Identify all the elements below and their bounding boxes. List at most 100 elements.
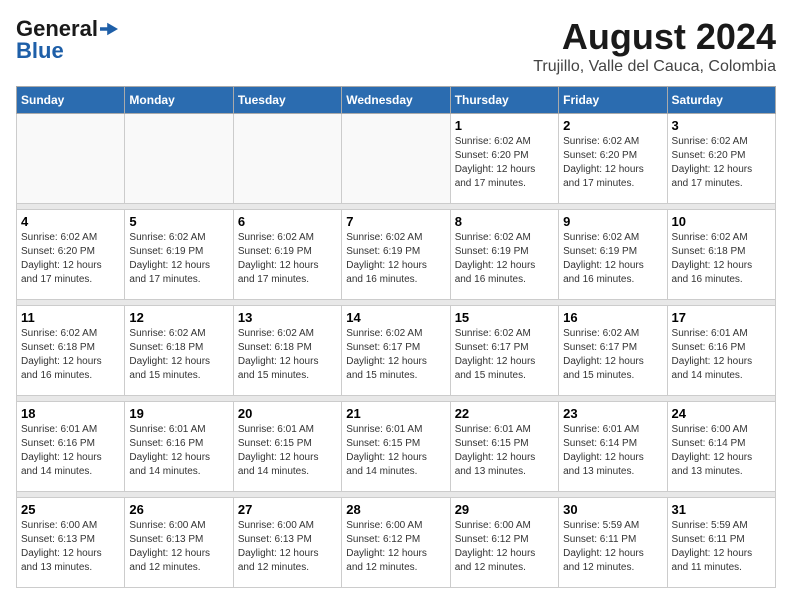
calendar-cell: 8Sunrise: 6:02 AM Sunset: 6:19 PM Daylig… <box>450 210 558 300</box>
day-info: Sunrise: 6:02 AM Sunset: 6:20 PM Dayligh… <box>672 135 771 191</box>
day-info: Sunrise: 6:02 AM Sunset: 6:18 PM Dayligh… <box>672 231 771 287</box>
weekday-header-friday: Friday <box>559 87 667 114</box>
weekday-header-wednesday: Wednesday <box>342 87 450 114</box>
day-number: 15 <box>455 310 554 325</box>
day-info: Sunrise: 6:00 AM Sunset: 6:13 PM Dayligh… <box>21 519 120 575</box>
day-info: Sunrise: 6:02 AM Sunset: 6:19 PM Dayligh… <box>129 231 228 287</box>
calendar-cell: 20 Sunrise: 6:01 AM Sunset: 6:15 PM Dayli… <box>233 402 341 492</box>
day-number: 5 <box>129 214 228 229</box>
calendar-cell: 17 Sunrise: 6:01 AM Sunset: 6:16 PM Dayli… <box>667 306 775 396</box>
logo-blue: Blue <box>16 38 64 64</box>
day-info: Sunrise: 6:02 AM Sunset: 6:20 PM Dayligh… <box>21 231 120 287</box>
day-number: 10 <box>672 214 771 229</box>
day-info: Sunrise: 6:00 AM Sunset: 6:12 PM Dayligh… <box>455 519 554 575</box>
weekday-header-sunday: Sunday <box>17 87 125 114</box>
calendar-cell: 13Sunrise: 6:02 AM Sunset: 6:18 PM Dayli… <box>233 306 341 396</box>
weekday-header-thursday: Thursday <box>450 87 558 114</box>
calendar-cell: 12Sunrise: 6:02 AM Sunset: 6:18 PM Dayli… <box>125 306 233 396</box>
day-info: Sunrise: 5:59 AM Sunset: 6:11 PM Dayligh… <box>672 519 771 575</box>
title-block: August 2024 Trujillo, Valle del Cauca, C… <box>533 16 776 76</box>
calendar-cell: 19 Sunrise: 6:01 AM Sunset: 6:16 PM Dayli… <box>125 402 233 492</box>
calendar-cell: 22 Sunrise: 6:01 AM Sunset: 6:15 PM Dayli… <box>450 402 558 492</box>
day-number: 28 <box>346 502 445 517</box>
day-number: 19 <box>129 406 228 421</box>
day-number: 3 <box>672 118 771 133</box>
day-info: Sunrise: 6:02 AM Sunset: 6:20 PM Dayligh… <box>455 135 554 191</box>
calendar-week-row: 18 Sunrise: 6:01 AM Sunset: 6:16 PM Dayli… <box>17 402 776 492</box>
calendar-table: SundayMondayTuesdayWednesdayThursdayFrid… <box>16 86 776 588</box>
day-number: 11 <box>21 310 120 325</box>
main-title: August 2024 <box>533 16 776 58</box>
day-number: 2 <box>563 118 662 133</box>
calendar-cell: 26Sunrise: 6:00 AM Sunset: 6:13 PM Dayli… <box>125 498 233 588</box>
calendar-cell: 15 Sunrise: 6:02 AM Sunset: 6:17 PM Dayli… <box>450 306 558 396</box>
day-info: Sunrise: 6:02 AM Sunset: 6:17 PM Dayligh… <box>563 327 662 383</box>
calendar-cell: 4 Sunrise: 6:02 AM Sunset: 6:20 PM Daylig… <box>17 210 125 300</box>
calendar-cell: 30 Sunrise: 5:59 AM Sunset: 6:11 PM Dayli… <box>559 498 667 588</box>
day-number: 6 <box>238 214 337 229</box>
day-number: 30 <box>563 502 662 517</box>
calendar-cell: 11 Sunrise: 6:02 AM Sunset: 6:18 PM Dayli… <box>17 306 125 396</box>
logo: General Blue <box>16 16 118 64</box>
calendar-cell: 28 Sunrise: 6:00 AM Sunset: 6:12 PM Dayli… <box>342 498 450 588</box>
day-info: Sunrise: 6:02 AM Sunset: 6:17 PM Dayligh… <box>455 327 554 383</box>
calendar-cell: 24Sunrise: 6:00 AM Sunset: 6:14 PM Dayli… <box>667 402 775 492</box>
day-number: 25 <box>21 502 120 517</box>
calendar-cell: 5 Sunrise: 6:02 AM Sunset: 6:19 PM Daylig… <box>125 210 233 300</box>
day-number: 17 <box>672 310 771 325</box>
day-info: Sunrise: 6:02 AM Sunset: 6:20 PM Dayligh… <box>563 135 662 191</box>
weekday-header-monday: Monday <box>125 87 233 114</box>
day-info: Sunrise: 6:01 AM Sunset: 6:15 PM Dayligh… <box>238 423 337 479</box>
weekday-header-row: SundayMondayTuesdayWednesdayThursdayFrid… <box>17 87 776 114</box>
day-number: 8 <box>455 214 554 229</box>
day-info: Sunrise: 6:01 AM Sunset: 6:16 PM Dayligh… <box>129 423 228 479</box>
day-number: 12 <box>129 310 228 325</box>
calendar-cell: 7Sunrise: 6:02 AM Sunset: 6:19 PM Daylig… <box>342 210 450 300</box>
calendar-cell: 9Sunrise: 6:02 AM Sunset: 6:19 PM Daylig… <box>559 210 667 300</box>
day-number: 4 <box>21 214 120 229</box>
logo-arrow-icon <box>100 22 118 36</box>
weekday-header-tuesday: Tuesday <box>233 87 341 114</box>
calendar-cell: 10 Sunrise: 6:02 AM Sunset: 6:18 PM Dayli… <box>667 210 775 300</box>
day-info: Sunrise: 6:02 AM Sunset: 6:19 PM Dayligh… <box>563 231 662 287</box>
calendar-week-row: 11 Sunrise: 6:02 AM Sunset: 6:18 PM Dayli… <box>17 306 776 396</box>
calendar-cell: 23Sunrise: 6:01 AM Sunset: 6:14 PM Dayli… <box>559 402 667 492</box>
calendar-cell: 29 Sunrise: 6:00 AM Sunset: 6:12 PM Dayli… <box>450 498 558 588</box>
day-number: 7 <box>346 214 445 229</box>
calendar-cell: 21Sunrise: 6:01 AM Sunset: 6:15 PM Dayli… <box>342 402 450 492</box>
calendar-cell: 27 Sunrise: 6:00 AM Sunset: 6:13 PM Dayli… <box>233 498 341 588</box>
day-number: 27 <box>238 502 337 517</box>
day-number: 20 <box>238 406 337 421</box>
calendar-week-row: 1 Sunrise: 6:02 AM Sunset: 6:20 PM Daylig… <box>17 114 776 204</box>
calendar-cell <box>125 114 233 204</box>
day-info: Sunrise: 6:00 AM Sunset: 6:12 PM Dayligh… <box>346 519 445 575</box>
day-info: Sunrise: 6:02 AM Sunset: 6:17 PM Dayligh… <box>346 327 445 383</box>
day-number: 31 <box>672 502 771 517</box>
page-header: General Blue August 2024 Trujillo, Valle… <box>16 16 776 76</box>
calendar-cell: 6Sunrise: 6:02 AM Sunset: 6:19 PM Daylig… <box>233 210 341 300</box>
day-number: 13 <box>238 310 337 325</box>
calendar-cell: 25 Sunrise: 6:00 AM Sunset: 6:13 PM Dayli… <box>17 498 125 588</box>
day-number: 21 <box>346 406 445 421</box>
day-number: 18 <box>21 406 120 421</box>
calendar-cell: 14 Sunrise: 6:02 AM Sunset: 6:17 PM Dayli… <box>342 306 450 396</box>
day-info: Sunrise: 6:02 AM Sunset: 6:18 PM Dayligh… <box>21 327 120 383</box>
calendar-cell: 16Sunrise: 6:02 AM Sunset: 6:17 PM Dayli… <box>559 306 667 396</box>
calendar-cell: 3 Sunrise: 6:02 AM Sunset: 6:20 PM Daylig… <box>667 114 775 204</box>
calendar-week-row: 4 Sunrise: 6:02 AM Sunset: 6:20 PM Daylig… <box>17 210 776 300</box>
day-info: Sunrise: 6:01 AM Sunset: 6:16 PM Dayligh… <box>21 423 120 479</box>
day-info: Sunrise: 6:00 AM Sunset: 6:13 PM Dayligh… <box>129 519 228 575</box>
day-info: Sunrise: 6:00 AM Sunset: 6:13 PM Dayligh… <box>238 519 337 575</box>
calendar-week-row: 25 Sunrise: 6:00 AM Sunset: 6:13 PM Dayli… <box>17 498 776 588</box>
day-info: Sunrise: 6:01 AM Sunset: 6:14 PM Dayligh… <box>563 423 662 479</box>
day-number: 1 <box>455 118 554 133</box>
day-info: Sunrise: 6:01 AM Sunset: 6:16 PM Dayligh… <box>672 327 771 383</box>
calendar-cell <box>17 114 125 204</box>
calendar-cell: 2 Sunrise: 6:02 AM Sunset: 6:20 PM Daylig… <box>559 114 667 204</box>
day-number: 22 <box>455 406 554 421</box>
day-info: Sunrise: 5:59 AM Sunset: 6:11 PM Dayligh… <box>563 519 662 575</box>
subtitle: Trujillo, Valle del Cauca, Colombia <box>533 58 776 76</box>
day-number: 29 <box>455 502 554 517</box>
day-info: Sunrise: 6:01 AM Sunset: 6:15 PM Dayligh… <box>455 423 554 479</box>
day-number: 14 <box>346 310 445 325</box>
